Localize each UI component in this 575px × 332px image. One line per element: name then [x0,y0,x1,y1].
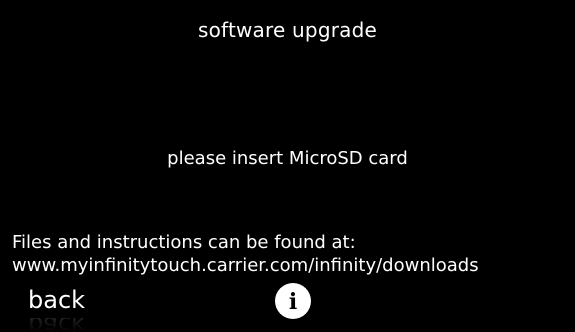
info-icon: i [288,288,298,315]
insert-card-message: please insert MicroSD card [167,148,408,169]
back-button[interactable]: back [28,286,85,314]
info-button[interactable]: i [275,283,311,319]
instructions-text: Files and instructions can be found at: [12,232,356,253]
page-title: software upgrade [198,18,377,42]
downloads-url-text: www.myinfinitytouch.carrier.com/infinity… [12,255,479,276]
